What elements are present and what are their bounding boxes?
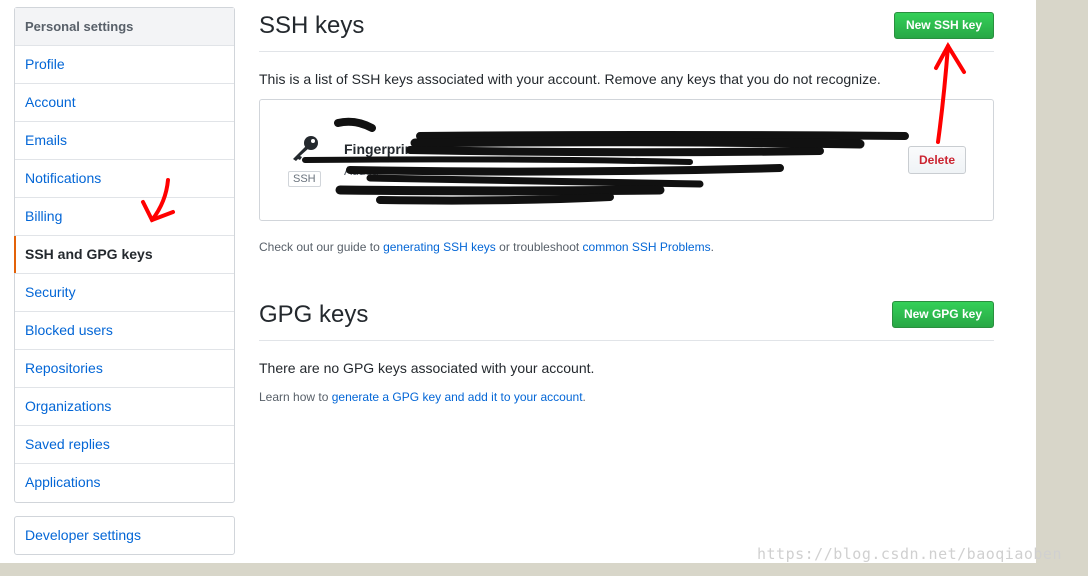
new-gpg-key-button[interactable]: New GPG key [891, 301, 994, 328]
new-ssh-key-button[interactable]: New SSH key [893, 12, 994, 39]
ssh-key-item: SSH Fingerprint Added Delete [259, 99, 994, 221]
gpg-learn-suffix: . [582, 390, 586, 404]
sidebar-item-notifications[interactable]: Notifications [15, 160, 234, 198]
ssh-guide-suffix: . [710, 240, 714, 254]
sidebar-item-profile[interactable]: Profile [15, 46, 234, 84]
sidebar-item-account[interactable]: Account [15, 84, 234, 122]
common-ssh-problems-link[interactable]: common SSH Problems [583, 240, 711, 254]
ssh-keys-header: SSH keys New SSH key [259, 7, 994, 52]
gpg-learn-prefix: Learn how to [259, 390, 332, 404]
ssh-guide-note: Check out our guide to generating SSH ke… [259, 240, 714, 254]
added-date-label: Added [344, 164, 379, 178]
sidebar-heading: Personal settings [15, 8, 234, 46]
ssh-type-label: SSH [288, 171, 321, 187]
sidebar-item-developer-settings[interactable]: Developer settings [15, 517, 234, 554]
ssh-keys-title: SSH keys [259, 12, 365, 39]
fingerprint-label: Fingerprint [344, 141, 418, 157]
sidebar-item-ssh-gpg-keys[interactable]: SSH and GPG keys [14, 236, 234, 274]
gpg-learn-note: Learn how to generate a GPG key and add … [259, 390, 586, 404]
sidebar-item-applications[interactable]: Applications [15, 464, 234, 502]
gpg-keys-title: GPG keys [259, 301, 369, 328]
window-background-right [1036, 0, 1088, 576]
sidebar-item-saved-replies[interactable]: Saved replies [15, 426, 234, 464]
sidebar-item-repositories[interactable]: Repositories [15, 350, 234, 388]
watermark: https://blog.csdn.net/baoqiaoben [757, 545, 1062, 563]
sidebar-item-blocked-users[interactable]: Blocked users [15, 312, 234, 350]
sidebar-item-organizations[interactable]: Organizations [15, 388, 234, 426]
generating-ssh-keys-link[interactable]: generating SSH keys [383, 240, 496, 254]
delete-ssh-key-button[interactable]: Delete [908, 146, 967, 174]
settings-sidebar: Personal settings Profile Account Emails… [14, 7, 235, 503]
ssh-guide-middle: or troubleshoot [495, 240, 583, 254]
window-background-bottom [0, 563, 1088, 576]
ssh-guide-prefix: Check out our guide to [259, 240, 384, 254]
ssh-keys-description: This is a list of SSH keys associated wi… [259, 71, 881, 87]
sidebar-item-billing[interactable]: Billing [15, 198, 234, 236]
generate-gpg-key-link[interactable]: generate a GPG key and add it to your ac… [332, 390, 583, 404]
gpg-keys-header: GPG keys New GPG key [259, 296, 994, 341]
sidebar-item-emails[interactable]: Emails [15, 122, 234, 160]
key-icon [293, 136, 318, 161]
gpg-empty-message: There are no GPG keys associated with yo… [259, 360, 595, 376]
developer-settings-menu: Developer settings [14, 516, 235, 555]
sidebar-item-security[interactable]: Security [15, 274, 234, 312]
redaction-scribble [302, 117, 909, 205]
